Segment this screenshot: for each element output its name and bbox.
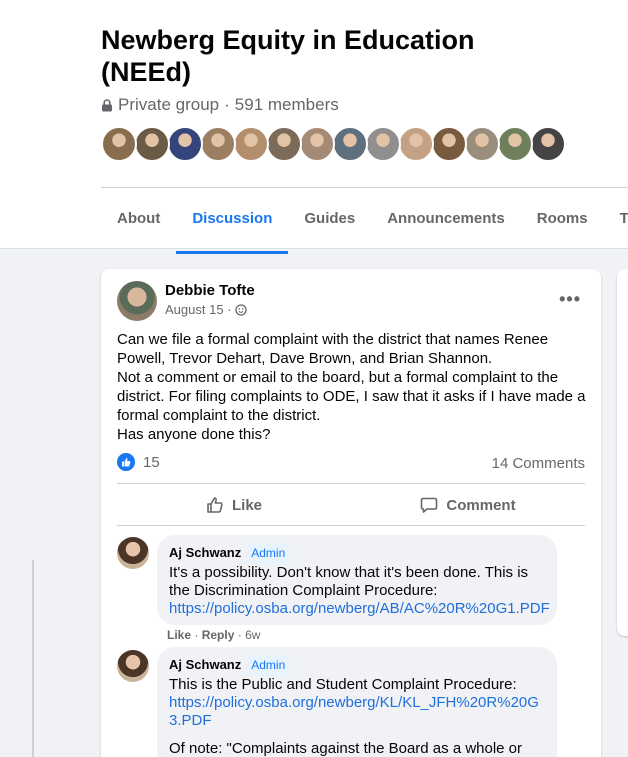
- like-label: Like: [231, 496, 262, 514]
- divider: [117, 525, 585, 526]
- post-paragraph: Not a comment or email to the board, but…: [117, 369, 586, 424]
- group-tabs: About Discussion Guides Announcements Rooms T…: [101, 196, 628, 254]
- avatar[interactable]: [117, 281, 157, 321]
- avatar[interactable]: [117, 650, 149, 682]
- side-panel: [617, 269, 628, 636]
- meta-separator: ·: [224, 95, 230, 114]
- post-paragraph: Can we file a formal complaint with the …: [117, 331, 549, 367]
- comment-link[interactable]: https://policy.osba.org/newberg/KL/KL_JF…: [169, 694, 545, 730]
- member-avatar[interactable]: [497, 126, 533, 162]
- member-avatar[interactable]: [134, 126, 170, 162]
- like-button[interactable]: Like: [117, 487, 351, 523]
- member-count[interactable]: 591 members: [235, 95, 339, 115]
- member-avatar[interactable]: [167, 126, 203, 162]
- post-body: Can we file a formal complaint with the …: [117, 330, 589, 444]
- comment-text: This is the Public and Student Complaint…: [169, 676, 517, 693]
- comment-time[interactable]: 6w: [245, 628, 260, 642]
- meta-separator: ·: [194, 628, 202, 642]
- member-avatar[interactable]: [464, 126, 500, 162]
- more-icon[interactable]: •••: [559, 289, 581, 310]
- post-actions: Like Comment: [117, 487, 585, 523]
- member-avatar[interactable]: [365, 126, 401, 162]
- comment-like-link[interactable]: Like: [167, 628, 191, 642]
- member-avatar[interactable]: [431, 126, 467, 162]
- member-avatar[interactable]: [101, 126, 137, 162]
- comment-text: It's a possibility. Don't know that it's…: [169, 564, 529, 599]
- comment-link[interactable]: https://policy.osba.org/newberg/AB/AC%20…: [169, 600, 550, 618]
- meta-separator: ·: [237, 628, 246, 642]
- admin-badge: Admin: [247, 543, 290, 563]
- reply-thread-line: [32, 560, 34, 757]
- tab-discussion[interactable]: Discussion: [176, 196, 289, 254]
- admin-badge: Admin: [247, 655, 290, 675]
- group-title[interactable]: Newberg Equity in Education (NEEd): [101, 24, 541, 88]
- thumbs-up-icon: [207, 497, 223, 513]
- reaction-summary[interactable]: 15: [117, 453, 160, 471]
- post-author[interactable]: Debbie Tofte: [165, 282, 255, 299]
- member-avatars[interactable]: [101, 126, 566, 162]
- comment-label: Comment: [446, 496, 516, 514]
- header-divider: [101, 187, 628, 188]
- reaction-count[interactable]: 15: [143, 454, 160, 471]
- member-avatar[interactable]: [233, 126, 269, 162]
- post-date-text[interactable]: August 15 ·: [165, 302, 232, 317]
- comment-bubble: Aj Schwanz Admin This is the Public and …: [157, 647, 557, 757]
- avatar[interactable]: [117, 537, 149, 569]
- member-avatar[interactable]: [332, 126, 368, 162]
- tab-topic[interactable]: Topic: [604, 196, 628, 248]
- post-timestamp[interactable]: August 15 ·: [165, 302, 247, 317]
- comment-button[interactable]: Comment: [351, 487, 585, 523]
- comment-author[interactable]: Aj Schwanz: [169, 544, 241, 562]
- divider: [117, 483, 585, 484]
- comment-author[interactable]: Aj Schwanz: [169, 656, 241, 674]
- globe-icon: [234, 303, 247, 316]
- comment-note: Of note: "Complaints against the Board a…: [169, 740, 523, 757]
- member-avatar[interactable]: [266, 126, 302, 162]
- post-paragraph: Has anyone done this?: [117, 426, 271, 443]
- member-avatar[interactable]: [398, 126, 434, 162]
- comment-icon: [421, 497, 438, 513]
- tab-about[interactable]: About: [101, 196, 176, 248]
- comment-bubble: Aj Schwanz Admin It's a possibility. Don…: [157, 535, 557, 625]
- lock-icon: [102, 98, 112, 111]
- privacy-label: Private group: [118, 95, 220, 114]
- tab-announcements[interactable]: Announcements: [371, 196, 521, 248]
- group-meta: Private group · 591 members: [101, 95, 339, 115]
- tab-rooms[interactable]: Rooms: [521, 196, 604, 248]
- comment-count[interactable]: 14 Comments: [492, 455, 585, 472]
- member-avatar[interactable]: [299, 126, 335, 162]
- comment-reply-link[interactable]: Reply: [202, 628, 235, 642]
- tab-guides[interactable]: Guides: [288, 196, 371, 248]
- like-reaction-icon: [117, 453, 135, 471]
- comment-actions: Like · Reply · 6w: [167, 628, 260, 642]
- member-avatar[interactable]: [530, 126, 566, 162]
- member-avatar[interactable]: [200, 126, 236, 162]
- group-header: Newberg Equity in Education (NEEd) Priva…: [0, 0, 628, 254]
